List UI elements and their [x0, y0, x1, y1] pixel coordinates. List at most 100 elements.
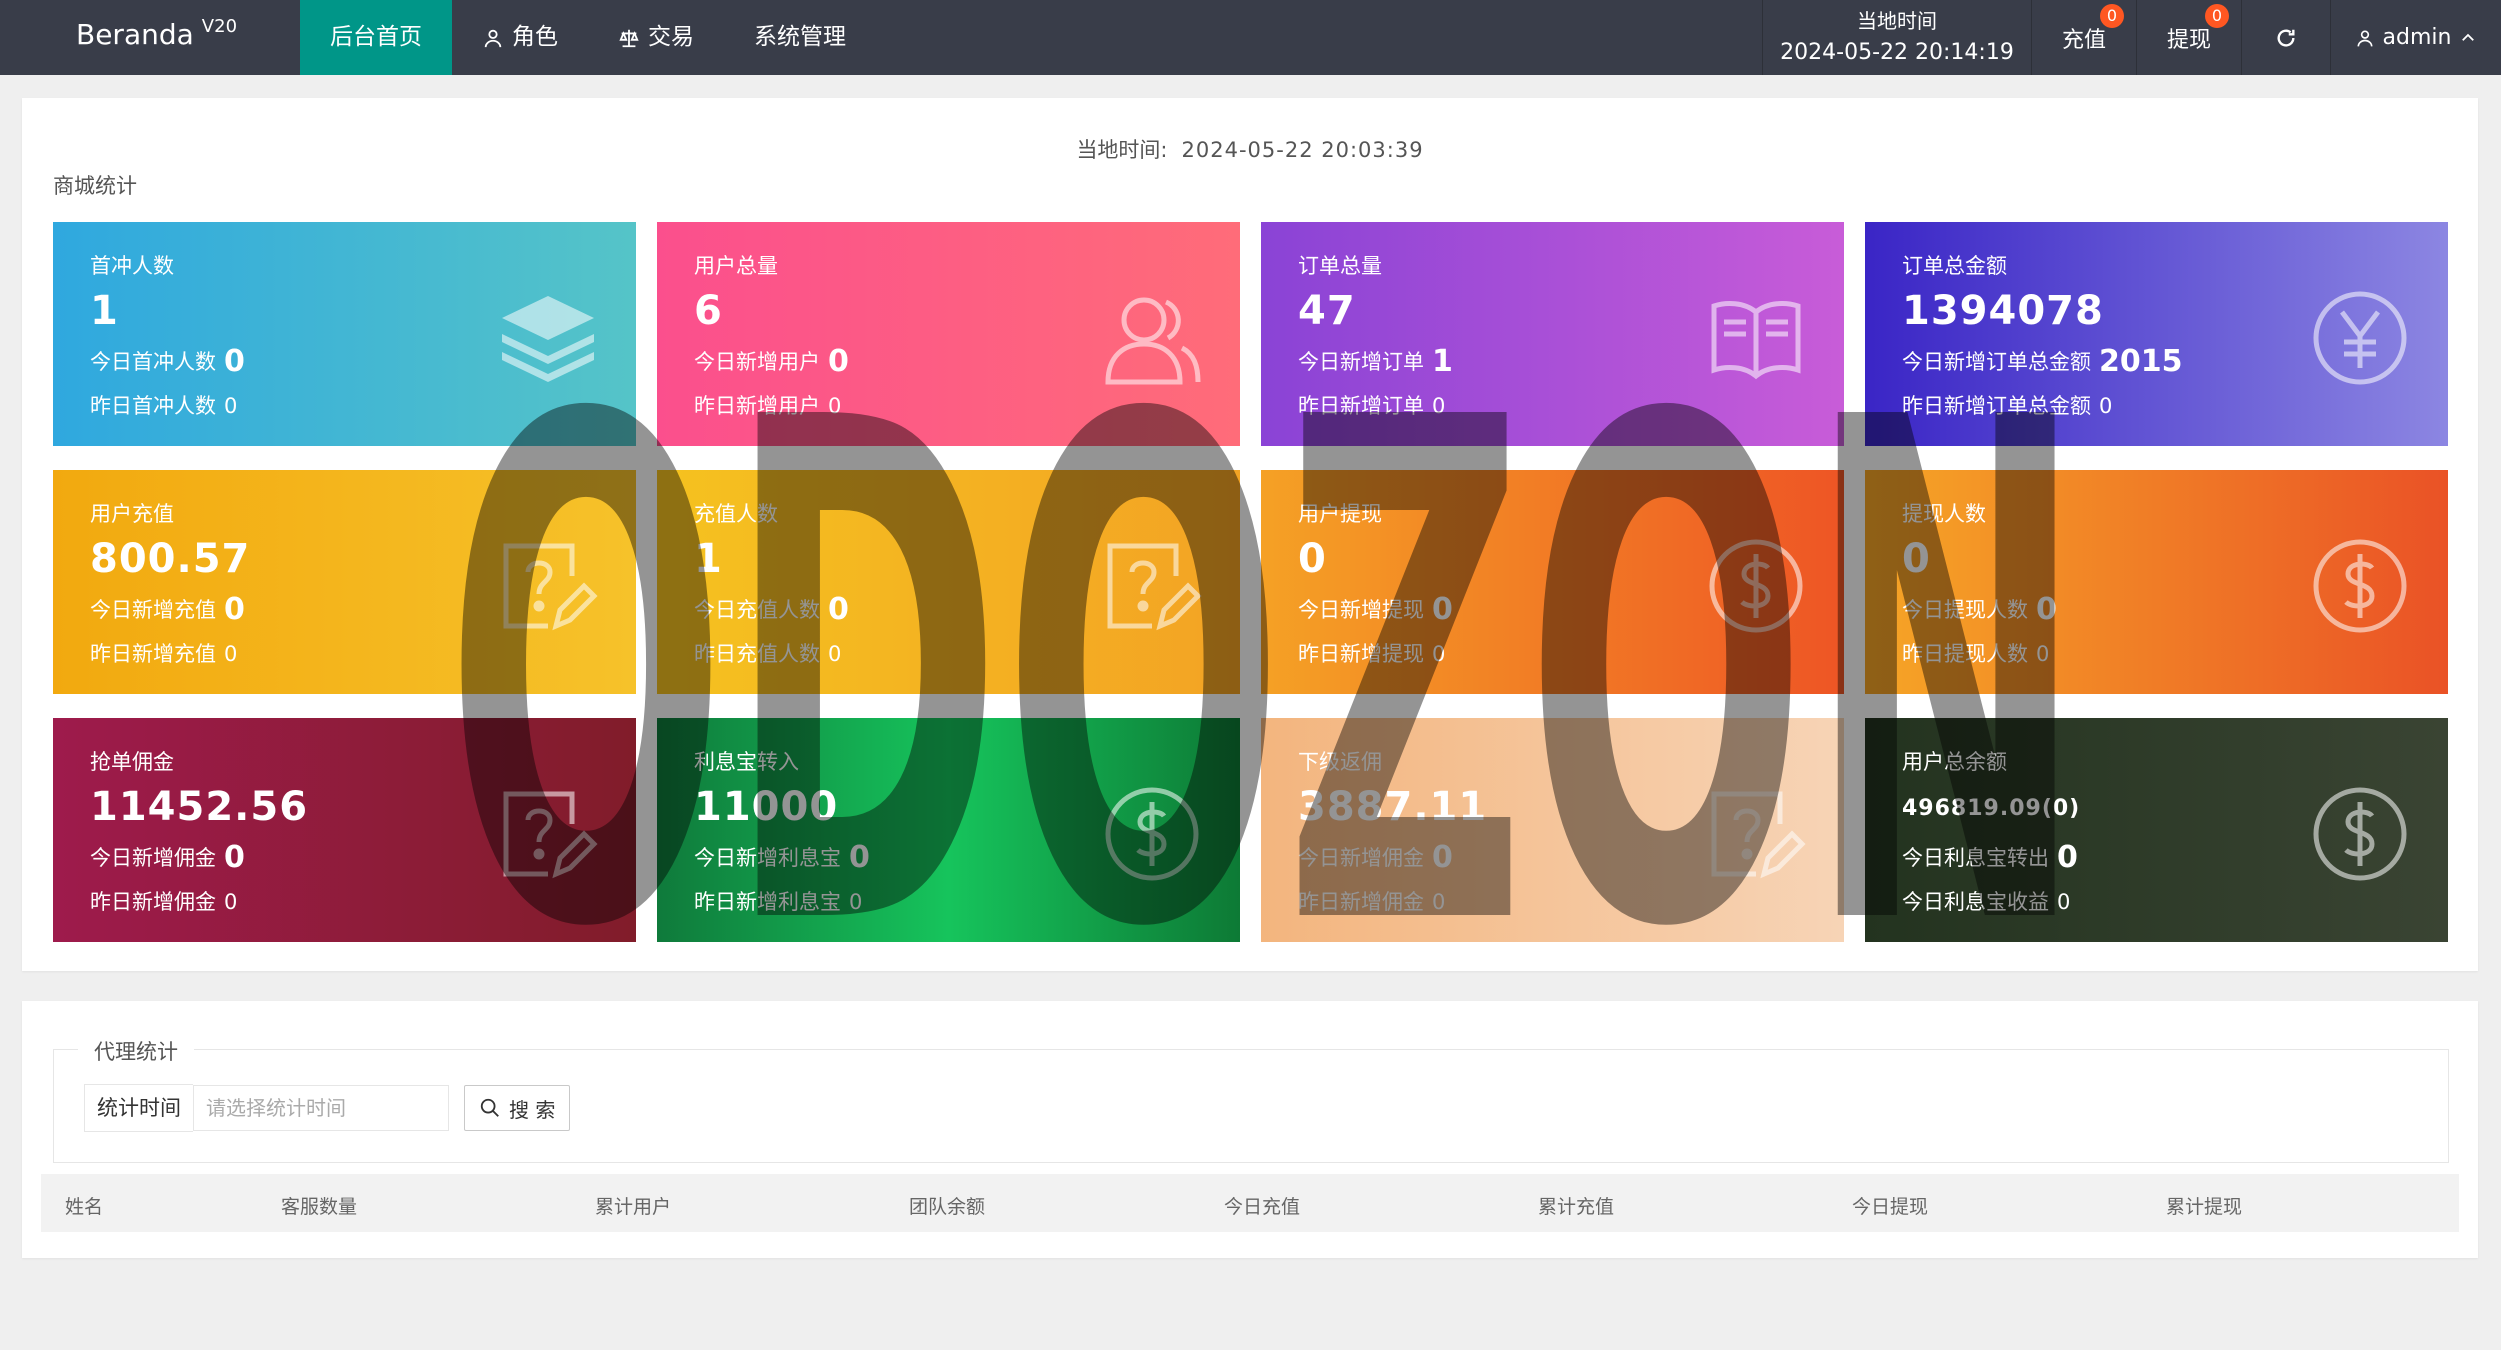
- stat-yesterday-value: 0: [2036, 642, 2050, 666]
- stat-today: 今日新增佣金 0: [90, 840, 245, 875]
- stat-value: 11000: [694, 784, 839, 830]
- stat-today-value: 0: [224, 344, 245, 379]
- stat-yesterday-label: 昨日新增利息宝: [694, 890, 841, 914]
- stat-today: 今日新增订单总金额 2015: [1902, 344, 2183, 379]
- question-edit-icon: [498, 784, 598, 884]
- nav-item-label: 交易: [648, 24, 694, 50]
- stat-yesterday-value: 0: [828, 394, 842, 418]
- recharge-label: 充值: [2061, 27, 2106, 53]
- stat-yesterday-value: 0: [224, 642, 238, 666]
- stat-today-value: 1: [1432, 344, 1453, 379]
- stat-yesterday-label: 昨日新增佣金: [90, 890, 216, 914]
- brand-logo[interactable]: Beranda V20: [76, 16, 238, 51]
- scale-icon: [619, 29, 639, 47]
- question-edit-icon: [1706, 784, 1806, 884]
- yen-icon: [2310, 288, 2410, 388]
- stat-today: 今日充值人数 0: [694, 592, 849, 627]
- stat-yesterday-value: 0: [1432, 890, 1446, 914]
- stat-today-label: 今日充值人数: [694, 598, 820, 622]
- column-header[interactable]: 姓名: [65, 1192, 103, 1219]
- refresh-button[interactable]: [2241, 0, 2330, 75]
- stat-today-label: 今日利息宝转出: [1902, 846, 2049, 870]
- stat-yesterday: 昨日新增提现 0: [1298, 638, 1445, 668]
- column-header[interactable]: 累计充值: [1538, 1192, 1614, 1219]
- nav-item-label: 后台首页: [330, 24, 422, 50]
- brand-version: V20: [201, 16, 238, 37]
- stat-value: 800.57: [90, 536, 251, 582]
- user-menu[interactable]: admin: [2330, 0, 2501, 75]
- stat-today: 今日新增订单 1: [1298, 344, 1453, 379]
- header-time-value: 2024-05-22 20:14:19: [1780, 40, 2014, 65]
- local-time-value: 2024-05-22 20:03:39: [1181, 138, 1424, 162]
- nav-item-system[interactable]: 系统管理: [724, 0, 876, 75]
- nav-item-home[interactable]: 后台首页: [300, 0, 452, 75]
- stat-card: 用户充值 800.57 今日新增充值 0 昨日新增充值 0: [53, 470, 636, 694]
- stat-today: 今日利息宝转出 0: [1902, 840, 2078, 875]
- stat-yesterday-label: 昨日新增订单: [1298, 394, 1424, 418]
- stat-yesterday-label: 昨日新增用户: [694, 394, 820, 418]
- column-header[interactable]: 客服数量: [281, 1192, 357, 1219]
- stat-card: 首冲人数 1 今日首冲人数 0 昨日首冲人数 0: [53, 222, 636, 446]
- stat-yesterday-label: 昨日充值人数: [694, 642, 820, 666]
- stat-value: 0: [1298, 536, 1327, 582]
- stat-title: 用户充值: [90, 502, 174, 526]
- stat-value: 1394078: [1902, 288, 2104, 334]
- time-filter-input[interactable]: [193, 1085, 449, 1131]
- question-edit-icon: [1102, 536, 1202, 636]
- filter-form: 统计时间 搜 索: [84, 1084, 571, 1132]
- stat-today-label: 今日新增佣金: [90, 846, 216, 870]
- stat-today-value: 0: [828, 344, 849, 379]
- search-button[interactable]: 搜 索: [464, 1085, 571, 1131]
- stat-title: 下级返佣: [1298, 750, 1382, 774]
- stat-today-value: 0: [224, 840, 245, 875]
- nav-item-roles[interactable]: 角色: [452, 0, 588, 75]
- nav-item-label: 系统管理: [754, 24, 846, 50]
- local-time-label: 当地时间:: [1076, 138, 1168, 162]
- stat-value: 1: [694, 536, 723, 582]
- column-header[interactable]: 累计用户: [595, 1192, 671, 1219]
- stat-yesterday: 昨日新增用户 0: [694, 390, 841, 420]
- stat-today-value: 0: [224, 592, 245, 627]
- stat-title: 提现人数: [1902, 502, 1986, 526]
- withdraw-badge: 0: [2205, 4, 2229, 28]
- column-header[interactable]: 今日提现: [1852, 1192, 1928, 1219]
- top-navbar: Beranda V20 后台首页 角色 交易 系统管理 当地时间 2024-05-…: [0, 0, 2501, 75]
- stat-yesterday: 昨日提现人数 0: [1902, 638, 2049, 668]
- dollar-icon: [1102, 784, 1202, 884]
- stat-yesterday-label: 昨日首冲人数: [90, 394, 216, 418]
- section-title: 商城统计: [53, 174, 137, 198]
- stat-title: 利息宝转入: [694, 750, 799, 774]
- column-header[interactable]: 今日充值: [1224, 1192, 1300, 1219]
- stat-card: 订单总量 47 今日新增订单 1 昨日新增订单 0: [1261, 222, 1844, 446]
- search-label: 搜 索: [509, 1097, 556, 1122]
- stat-yesterday-label: 昨日新增充值: [90, 642, 216, 666]
- stat-today-value: 0: [1432, 840, 1453, 875]
- stat-yesterday: 昨日充值人数 0: [694, 638, 841, 668]
- recharge-button[interactable]: 充值 0: [2031, 0, 2136, 75]
- column-header[interactable]: 累计提现: [2166, 1192, 2242, 1219]
- withdraw-button[interactable]: 提现 0: [2136, 0, 2241, 75]
- stat-today-value: 2015: [2099, 344, 2183, 379]
- stat-value: 3887.11: [1298, 784, 1488, 830]
- stat-card: 提现人数 0 今日提现人数 0 昨日提现人数 0: [1865, 470, 2448, 694]
- header-clock: 当地时间 2024-05-22 20:14:19: [1762, 0, 2031, 75]
- stat-today-label: 今日新增充值: [90, 598, 216, 622]
- nav-item-trade[interactable]: 交易: [588, 0, 724, 75]
- brand-name: Beranda: [76, 18, 194, 51]
- stat-today-label: 今日首冲人数: [90, 350, 216, 374]
- stat-yesterday: 昨日新增订单总金额 0: [1902, 390, 2112, 420]
- column-header[interactable]: 团队余额: [909, 1192, 985, 1219]
- stat-yesterday: 昨日新增佣金 0: [1298, 886, 1445, 916]
- stat-yesterday-value: 0: [1432, 394, 1446, 418]
- stat-card: 用户总量 6 今日新增用户 0 昨日新增用户 0: [657, 222, 1240, 446]
- stat-today: 今日新增充值 0: [90, 592, 245, 627]
- stat-yesterday-label: 今日利息宝收益: [1902, 890, 2049, 914]
- stat-today: 今日新增利息宝 0: [694, 840, 870, 875]
- stat-yesterday-label: 昨日提现人数: [1902, 642, 2028, 666]
- stat-today-value: 0: [2057, 840, 2078, 875]
- stat-title: 订单总金额: [1902, 254, 2007, 278]
- stat-yesterday: 昨日新增利息宝 0: [694, 886, 862, 916]
- question-edit-icon: [498, 536, 598, 636]
- stat-value: 0: [1902, 536, 1931, 582]
- stat-today-label: 今日新增订单总金额: [1902, 350, 2091, 374]
